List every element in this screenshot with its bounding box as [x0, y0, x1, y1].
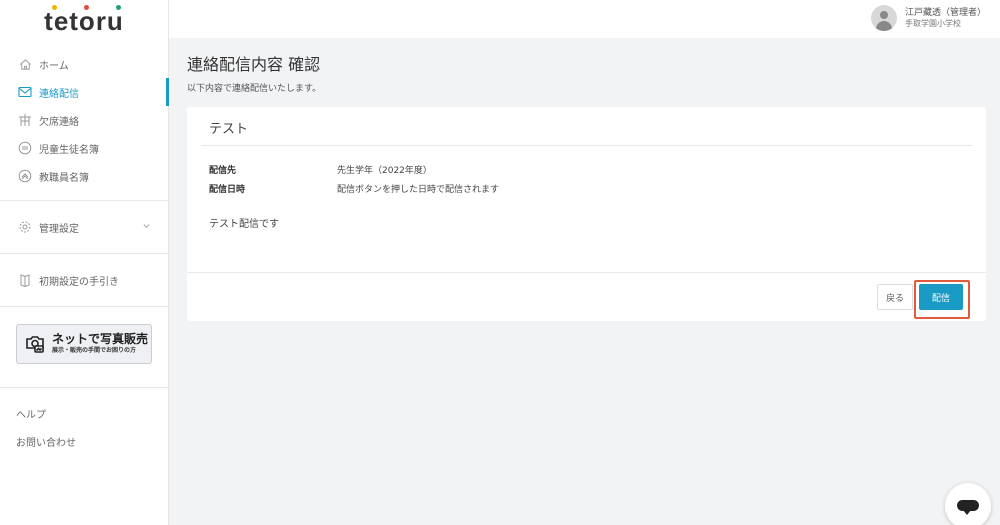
- card-divider: [201, 145, 972, 146]
- detail-label: 配信日時: [209, 185, 246, 195]
- sidebar-item-label: 教職員名簿: [39, 172, 89, 184]
- detail-label: 配信先: [209, 166, 237, 176]
- page-title: 連絡配信内容 確認: [187, 55, 321, 74]
- book-icon: [18, 273, 32, 287]
- sidebar-item-label: 初期設定の手引き: [39, 276, 119, 288]
- sidebar-item-label: 連絡配信: [39, 88, 79, 100]
- detail-value: 先生学年（2022年度）: [337, 166, 432, 176]
- avatar-head: [879, 11, 888, 19]
- avatar: [870, 5, 897, 31]
- camera-icon: [25, 334, 47, 354]
- sidebar-divider: [0, 306, 168, 307]
- sidebar-item-label: ホーム: [39, 60, 69, 72]
- sidebar: tetoru ホーム 連絡配信 欠席連絡 児童生徒名簿 教職員名簿 管理設定 初…: [0, 0, 169, 525]
- home-icon: [18, 57, 32, 71]
- send-button[interactable]: 配信: [919, 284, 963, 310]
- message-title: テスト: [209, 122, 249, 137]
- sidebar-item-messages[interactable]: 連絡配信: [0, 78, 169, 106]
- sidebar-item-staff[interactable]: 教職員名簿: [0, 162, 168, 190]
- top-header: 江戸藏透（管理者） 手取学園小学校: [169, 0, 1000, 38]
- avatar-torso: [875, 21, 892, 31]
- logo-text: tetoru: [44, 5, 124, 36]
- detail-row-recipient: 配信先 先生学年（2022年度）: [209, 163, 432, 176]
- detail-row-datetime: 配信日時 配信ボタンを押した日時で配信されます: [209, 182, 499, 195]
- logo[interactable]: tetoru: [0, 0, 168, 38]
- chat-icon-tail: [963, 510, 971, 515]
- main-content: 連絡配信内容 確認 以下内容で連絡配信いたします。 テスト 配信先 先生学年（2…: [187, 38, 987, 321]
- user-menu[interactable]: 江戸藏透（管理者） 手取学園小学校: [870, 5, 986, 31]
- sidebar-item-students[interactable]: 児童生徒名簿: [0, 134, 168, 162]
- user-school: 手取学園小学校: [904, 18, 961, 28]
- sidebar-item-label: 欠席連絡: [39, 116, 79, 128]
- sidebar-item-label: 管理設定: [39, 223, 79, 235]
- user-info: 江戸藏透（管理者） 手取学園小学校: [905, 8, 986, 29]
- student-list-icon: [18, 141, 32, 155]
- user-name: 江戸藏透（管理者）: [904, 7, 986, 18]
- contact-link[interactable]: お問い合わせ: [0, 427, 168, 455]
- sidebar-item-home[interactable]: ホーム: [0, 50, 168, 78]
- message-body: テスト配信です: [209, 219, 279, 230]
- sidebar-item-settings[interactable]: 管理設定: [0, 213, 168, 241]
- photo-sales-banner[interactable]: ネットで写真販売 展示・販売の手間でお困りの方: [16, 324, 152, 364]
- sidebar-item-label: 児童生徒名簿: [39, 144, 99, 156]
- help-link[interactable]: ヘルプ: [0, 399, 168, 427]
- chat-button[interactable]: [945, 483, 991, 525]
- confirm-card: テスト 配信先 先生学年（2022年度） 配信日時 配信ボタンを押した日時で配信…: [187, 107, 986, 321]
- banner-title: ネットで写真販売: [52, 332, 149, 346]
- sidebar-item-absence[interactable]: 欠席連絡: [0, 106, 168, 134]
- mail-icon: [18, 85, 32, 99]
- chevron-down-icon: [142, 221, 152, 231]
- banner-text: ネットで写真販売 展示・販売の手間でお困りの方: [52, 333, 148, 355]
- detail-value: 配信ボタンを押した日時で配信されます: [337, 185, 500, 195]
- absence-icon: [18, 113, 32, 127]
- sidebar-nav: ホーム 連絡配信 欠席連絡 児童生徒名簿 教職員名簿: [0, 50, 169, 190]
- page-subtitle: 以下内容で連絡配信いたします。: [187, 84, 322, 94]
- logo-wordmark: tetoru: [44, 6, 124, 36]
- staff-list-icon: [18, 169, 32, 183]
- back-button[interactable]: 戻る: [877, 284, 913, 310]
- gear-icon: [18, 220, 32, 234]
- card-footer-divider: [187, 272, 986, 273]
- sidebar-item-guide[interactable]: 初期設定の手引き: [0, 266, 168, 294]
- banner-subtitle: 展示・販売の手間でお困りの方: [52, 347, 137, 354]
